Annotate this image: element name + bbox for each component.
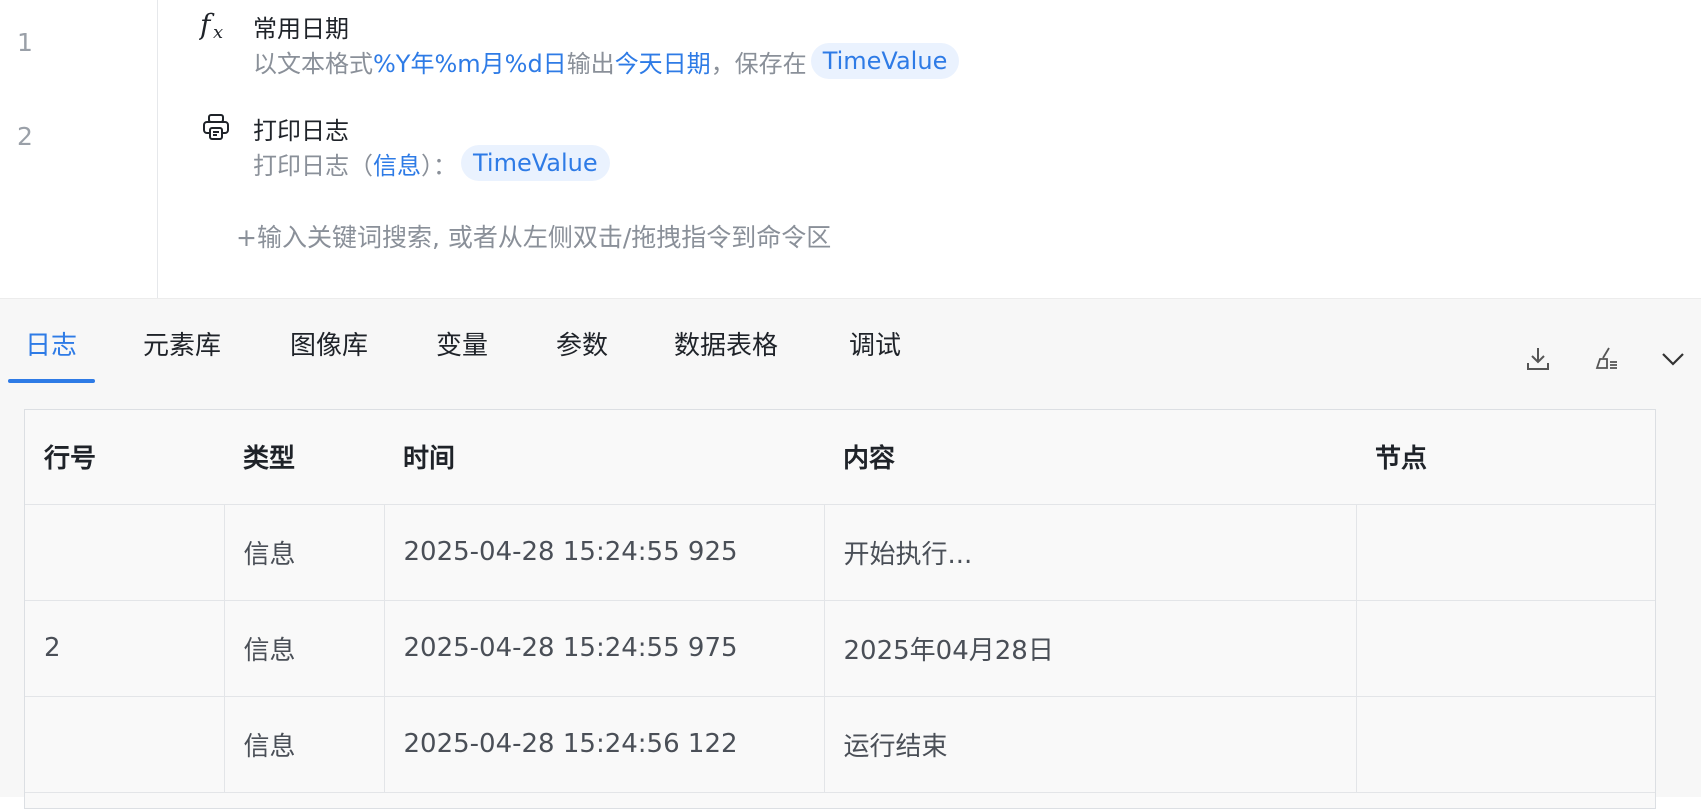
date-format-link[interactable]: %Y年%m月%d日	[373, 44, 567, 79]
cell-type: 信息	[224, 504, 385, 601]
active-tab-indicator	[8, 379, 95, 383]
variable-chip[interactable]: TimeValue	[810, 43, 960, 79]
table-header-row: 行号 类型 时间 内容 节点	[25, 410, 1655, 505]
fx-icon: f x	[199, 8, 233, 42]
command-description: 打印日志（ 信息 ）： TimeValue	[253, 145, 610, 181]
table-row[interactable]: 2 信息 2025-04-28 15:24:55 975 2025年04月28日	[25, 600, 1655, 697]
line-number-2: 2	[17, 122, 33, 151]
cell-content: 开始执行...	[824, 504, 1357, 601]
cell-content: 运行结束	[824, 696, 1357, 793]
log-table: 行号 类型 时间 内容 节点 信息 2025-04-28 15:24:55 92…	[24, 409, 1656, 809]
svg-text:x: x	[213, 22, 223, 42]
table-row[interactable]: 信息 2025-04-28 15:24:56 122 运行结束	[25, 696, 1655, 793]
tab-element-library[interactable]: 元素库	[143, 325, 221, 362]
add-command-hint[interactable]: +输入关键词搜索, 或者从左侧双击/拖拽指令到命令区	[236, 218, 831, 254]
cell-line-no	[25, 504, 225, 601]
cell-line-no	[25, 696, 225, 793]
panel-tabs: 日志 元素库 图像库 变量 参数 数据表格 调试	[0, 299, 1701, 385]
command-title: 常用日期	[253, 15, 349, 43]
desc-text: 以文本格式	[253, 49, 373, 78]
tab-log[interactable]: 日志	[25, 325, 77, 362]
printer-icon	[199, 110, 233, 144]
column-header-type[interactable]: 类型	[224, 410, 384, 505]
command-title: 打印日志	[253, 117, 349, 145]
column-header-content[interactable]: 内容	[824, 410, 1356, 505]
tab-image-library[interactable]: 图像库	[290, 325, 368, 362]
download-icon[interactable]	[1522, 343, 1554, 375]
command-description: 以文本格式 %Y年%m月%d日 输出 今天日期 ，保存在 TimeValue	[253, 43, 960, 79]
cell-type: 信息	[224, 600, 385, 697]
column-header-line-no[interactable]: 行号	[25, 410, 224, 505]
table-row[interactable]: 信息 2025-04-28 15:24:55 925 开始执行...	[25, 504, 1655, 601]
cell-content: 2025年04月28日	[824, 600, 1357, 697]
chevron-down-icon[interactable]	[1657, 343, 1689, 375]
desc-text: 输出	[566, 49, 615, 78]
cell-line-no: 2	[25, 600, 225, 697]
column-header-node[interactable]: 节点	[1356, 410, 1655, 505]
cell-node	[1356, 696, 1655, 793]
log-level-link[interactable]: 信息	[373, 146, 421, 181]
cell-time: 2025-04-28 15:24:55 925	[384, 504, 825, 601]
cell-node	[1356, 504, 1655, 601]
date-target-link[interactable]: 今天日期	[615, 44, 711, 79]
cell-time: 2025-04-28 15:24:56 122	[384, 696, 825, 793]
desc-text: 打印日志（	[253, 151, 373, 180]
desc-text: ，保存在	[710, 49, 807, 78]
clear-log-icon[interactable]	[1590, 343, 1622, 375]
column-header-time[interactable]: 时间	[384, 410, 824, 505]
line-number-1: 1	[17, 28, 33, 57]
tab-variables[interactable]: 变量	[436, 325, 488, 362]
desc-text: ）：	[421, 151, 457, 180]
cell-type: 信息	[224, 696, 385, 793]
cell-node	[1356, 600, 1655, 697]
tab-parameters[interactable]: 参数	[556, 325, 608, 362]
cell-time: 2025-04-28 15:24:55 975	[384, 600, 825, 697]
line-number-gutter: 1 2	[0, 0, 158, 298]
command-editor: 1 2 f x 常用日期 以文本格式 %Y年%m月%d日 输出 今天日期 ，保存…	[0, 0, 1701, 298]
bottom-panel: 日志 元素库 图像库 变量 参数 数据表格 调试 行号 类型 时间 内容 节点 …	[0, 298, 1701, 809]
tab-data-table[interactable]: 数据表格	[674, 325, 778, 362]
variable-chip[interactable]: TimeValue	[461, 145, 610, 181]
tab-debug[interactable]: 调试	[849, 325, 901, 362]
